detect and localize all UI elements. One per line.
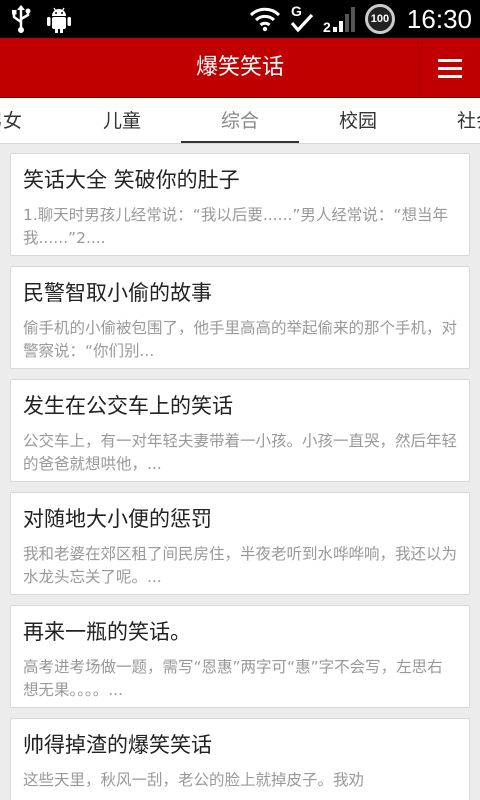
sync-check-icon: G <box>289 3 315 35</box>
article-list: 笑话大全 笑破你的肚子 1.聊天时男孩儿经常说：“我以后要......”男人经常… <box>10 153 470 800</box>
article-title: 民警智取小偷的故事 <box>23 281 212 305</box>
tab-shehui[interactable]: 社会 <box>417 98 480 143</box>
article-summary: 这些天里，秋风一刮，老公的脸上就掉皮子。我劝 <box>23 771 365 789</box>
category-tabs: 男女 儿童 综合 校园 社会 <box>0 98 480 144</box>
svg-text:2: 2 <box>323 19 331 34</box>
hamburger-menu-button[interactable] <box>418 38 480 98</box>
article-summary: 偷手机的小偷被包围了，他手里高高的举起偷来的那个手机，对警察说：“你们别... <box>23 319 457 360</box>
app-title: 爆笑笑话 <box>195 55 284 80</box>
status-clock: 16:30 <box>406 3 472 34</box>
list-item[interactable]: 笑话大全 笑破你的肚子 1.聊天时男孩儿经常说：“我以后要......”男人经常… <box>10 153 470 256</box>
article-title: 笑话大全 笑破你的肚子 <box>23 168 240 192</box>
article-title: 对随地大小便的惩罚 <box>23 507 212 531</box>
article-title: 再来一瓶的笑话。 <box>23 620 191 644</box>
article-summary: 1.聊天时男孩儿经常说：“我以后要......”男人经常说：“想当年我.....… <box>23 206 448 247</box>
status-left-icons <box>10 4 72 34</box>
usb-icon <box>10 4 32 34</box>
svg-text:G: G <box>291 3 302 19</box>
article-summary: 公交车上，有一对年轻夫妻带着一小孩。小孩一直哭，然后年轻的爸爸就想哄他，... <box>23 432 457 473</box>
tab-ertong[interactable]: 儿童 <box>63 98 181 143</box>
list-item[interactable]: 对随地大小便的惩罚 我和老婆在郊区租了间民房住，半夜老听到水哗哗响，我还以为水龙… <box>10 492 470 595</box>
hamburger-menu-icon <box>437 58 462 62</box>
battery-icon: 100 <box>364 4 395 34</box>
signal-icon: 2 <box>323 4 357 34</box>
android-debug-icon <box>46 4 72 34</box>
list-item[interactable]: 再来一瓶的笑话。 高考进考场做一题，需写“恩惠”两字可“惠”字不会写，左思右想无… <box>10 605 470 708</box>
status-right-icons: G 2 100 16:30 <box>249 3 472 35</box>
app-bar: 爆笑笑话 <box>0 38 480 98</box>
status-bar: G 2 100 16:30 <box>0 0 480 38</box>
list-item[interactable]: 帅得掉渣的爆笑笑话 这些天里，秋风一刮，老公的脸上就掉皮子。我劝 <box>10 718 470 800</box>
list-item[interactable]: 民警智取小偷的故事 偷手机的小偷被包围了，他手里高高的举起偷来的那个手机，对警察… <box>10 266 470 369</box>
wifi-icon <box>249 5 281 33</box>
article-title: 发生在公交车上的笑话 <box>23 394 233 418</box>
article-summary: 高考进考场做一题，需写“恩惠”两字可“惠”字不会写，左思右想无果。。。。... <box>23 658 443 699</box>
tab-zonghe[interactable]: 综合 <box>181 98 299 143</box>
list-item[interactable]: 发生在公交车上的笑话 公交车上，有一对年轻夫妻带着一小孩。小孩一直哭，然后年轻的… <box>10 379 470 482</box>
tab-xiaoyuan[interactable]: 校园 <box>299 98 417 143</box>
article-title: 帅得掉渣的爆笑笑话 <box>23 733 212 757</box>
article-summary: 我和老婆在郊区租了间民房住，半夜老听到水哗哗响，我还以为水龙头忘关了呢。... <box>23 545 457 586</box>
tab-nannv[interactable]: 男女 <box>0 98 62 143</box>
